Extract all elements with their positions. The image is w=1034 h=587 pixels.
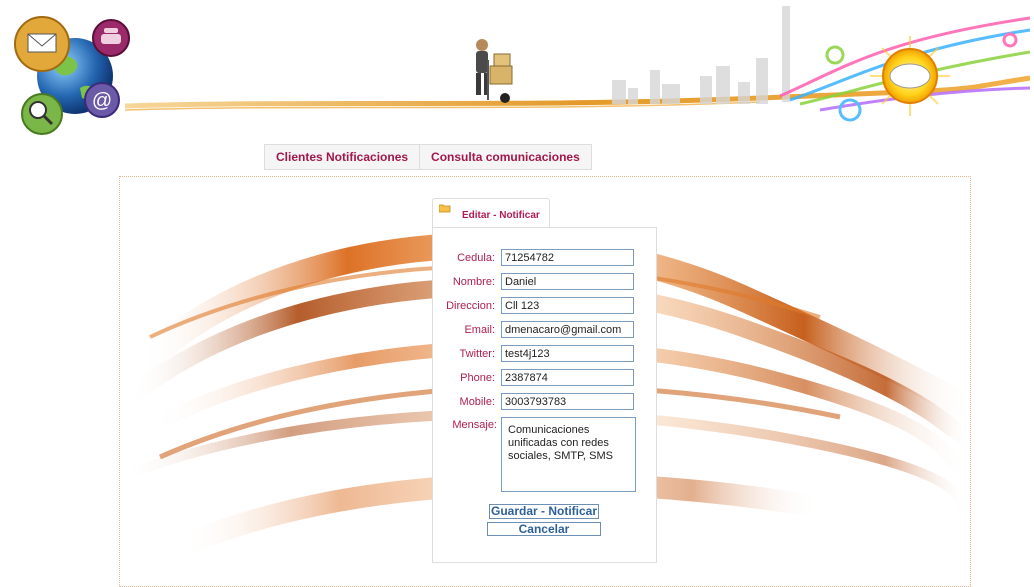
at-sign-icon: @: [84, 82, 120, 118]
mensaje-textarea[interactable]: Comunicaciones unificadas con redes soci…: [501, 417, 636, 492]
top-navigation: Clientes Notificaciones Consulta comunic…: [264, 144, 592, 170]
cedula-input[interactable]: [501, 249, 634, 266]
guardar-notificar-button[interactable]: Guardar - Notificar: [489, 504, 599, 519]
twitter-label: Twitter:: [459, 348, 495, 360]
cancelar-button[interactable]: Cancelar: [487, 522, 601, 536]
form-title: Editar - Notificar: [462, 210, 540, 221]
email-input[interactable]: [501, 321, 634, 338]
twitter-input[interactable]: [501, 345, 634, 362]
phone-label: Phone:: [460, 372, 495, 384]
phone-input[interactable]: [501, 369, 634, 386]
mensaje-label: Mensaje:: [452, 419, 497, 431]
email-icon: [14, 16, 70, 72]
telephone-icon: [92, 19, 130, 57]
folder-icon: [439, 204, 451, 213]
tab-consulta-comunicaciones[interactable]: Consulta comunicaciones: [420, 145, 591, 169]
mobile-input[interactable]: [501, 393, 634, 410]
city-skyline-icon: [612, 6, 790, 104]
mobile-label: Mobile:: [459, 396, 495, 408]
direccion-label: Direccion:: [446, 300, 495, 312]
nombre-label: Nombre:: [452, 276, 495, 288]
tab-editar-notificar[interactable]: Editar - Notificar: [432, 198, 550, 229]
direccion-input[interactable]: [501, 297, 634, 314]
sp-logo-icon: [870, 36, 950, 116]
header-banner: @: [14, 6, 1031, 135]
magnifier-icon: [21, 93, 63, 135]
edit-notify-form: Cedula: Nombre: Direccion: Email: Twitte…: [432, 227, 657, 563]
email-label: Email:: [464, 324, 495, 336]
cedula-label: Cedula:: [457, 252, 495, 264]
nombre-input[interactable]: [501, 273, 634, 290]
tab-clientes-notificaciones[interactable]: Clientes Notificaciones: [265, 145, 421, 169]
svg-text:@: @: [92, 90, 112, 112]
delivery-man-icon: [476, 39, 513, 103]
